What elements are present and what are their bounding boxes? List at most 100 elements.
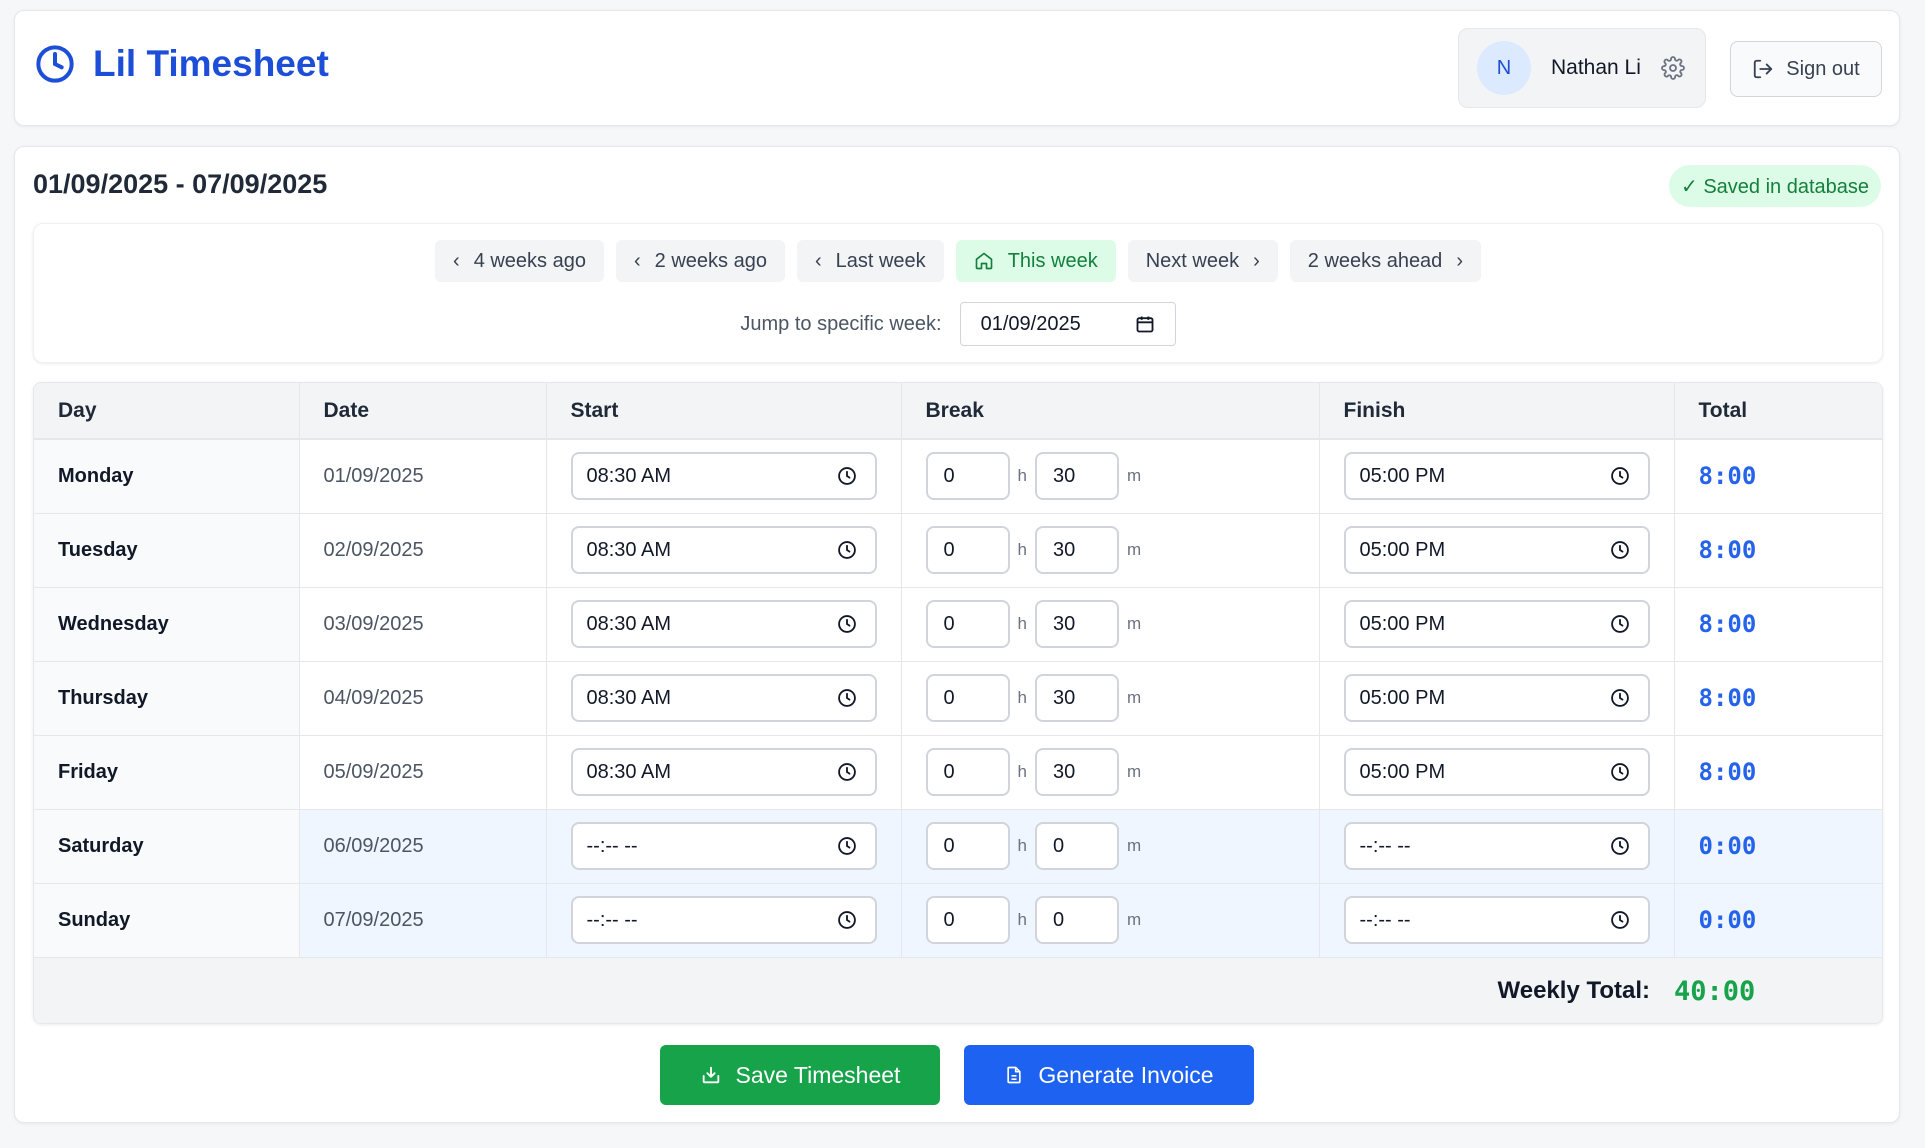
table-row: Tuesday 02/09/2025 08:30 AM 0 h 30 m 05:00 PM 8:… [34,513,1882,588]
clock-icon[interactable] [1610,466,1630,486]
clock-icon[interactable] [1610,688,1630,708]
week-btn-2-weeks-ago[interactable]: ‹ 2 weeks ago [615,240,785,282]
col-header-break: Break [901,383,1320,440]
gear-icon[interactable] [1661,56,1685,80]
day-total: 8:00 [1698,462,1757,491]
break-minutes-input[interactable]: 30 [1034,674,1119,722]
week-btn-4-weeks-ago[interactable]: ‹ 4 weeks ago [435,240,604,282]
hours-unit: h [1017,688,1027,707]
clock-icon [35,44,75,84]
col-header-start: Start [546,383,902,440]
break-hours-input[interactable]: 0 [925,526,1010,574]
start-time-input[interactable]: --:-- -- [570,896,877,944]
weekly-total-label: Weekly Total: [34,957,1674,1023]
week-btn-2-weeks-ahead[interactable]: 2 weeks ahead › [1289,240,1481,282]
day-total: 8:00 [1698,536,1757,564]
hours-unit: h [1017,466,1027,486]
start-time-input[interactable]: --:-- -- [570,822,877,870]
clock-icon[interactable] [837,540,857,560]
break-minutes-input[interactable]: 0 [1034,822,1119,870]
break-minutes-input[interactable]: 30 [1034,526,1119,574]
day-cell: Friday [34,735,300,810]
finish-time-input[interactable]: 05:00 PM [1343,526,1650,574]
week-btn-label: 4 weeks ago [473,249,586,272]
break-minutes-input[interactable]: 30 [1034,600,1119,648]
finish-time-value: 05:00 PM [1359,464,1446,487]
start-cell: 08:30 AM [546,439,902,514]
clock-icon[interactable] [837,466,857,486]
start-time-input[interactable]: 08:30 AM [570,526,877,574]
generate-invoice-button[interactable]: Generate Invoice [964,1045,1254,1105]
clock-icon[interactable] [1610,540,1630,560]
week-btn-this-week[interactable]: This week [955,240,1116,282]
date-cell: 01/09/2025 [299,439,547,514]
status-badge: ✓ Saved in database [1669,165,1881,207]
finish-time-input[interactable]: --:-- -- [1343,896,1650,944]
clock-icon[interactable] [837,762,857,782]
minutes-unit: m [1126,614,1142,633]
week-btn-label: 2 weeks ahead [1307,249,1443,272]
clock-icon[interactable] [837,910,857,930]
start-time-value: --:-- -- [586,834,638,857]
break-hours-input[interactable]: 0 [925,674,1010,722]
start-time-input[interactable]: 08:30 AM [570,674,877,722]
break-minutes-input[interactable]: 0 [1034,896,1119,944]
minutes-unit: m [1126,762,1142,781]
week-btn-last-week[interactable]: ‹ Last week [796,240,944,282]
minutes-unit: m [1126,466,1142,486]
user-menu[interactable]: N Nathan Li [1458,28,1706,108]
start-time-value: 08:30 AM [586,686,672,709]
start-time-input[interactable]: 08:30 AM [570,452,877,501]
col-header-day: Day [34,383,300,440]
start-time-input[interactable]: 08:30 AM [570,748,877,796]
day-cell: Wednesday [34,587,300,662]
chevron-left-icon: ‹ [814,249,822,272]
document-icon [1004,1064,1024,1086]
jump-week-date-input[interactable]: 01/09/2025 [959,302,1176,346]
table-header-row: Day Date Start Break Finish Total [34,383,1882,440]
timesheet-card: 01/09/2025 - 07/09/2025 ✓ Saved in datab… [14,146,1900,1123]
start-cell: 08:30 AM [546,513,902,588]
clock-icon[interactable] [1610,836,1630,856]
start-cell: 08:30 AM [546,735,902,810]
day-cell: Monday [34,439,300,514]
break-minutes-input[interactable]: 30 [1034,748,1119,796]
break-hours-input[interactable]: 0 [925,748,1010,796]
day-cell: Saturday [34,809,300,884]
sign-out-label: Sign out [1786,57,1860,80]
break-hours-input[interactable]: 0 [925,600,1010,648]
break-minutes-input[interactable]: 30 [1034,452,1119,501]
save-timesheet-button[interactable]: Save Timesheet [660,1045,940,1105]
app-header: Lil Timesheet N Nathan Li Sign out [14,10,1900,126]
clock-icon[interactable] [837,614,857,634]
sign-out-button[interactable]: Sign out [1730,41,1882,97]
break-hours-input[interactable]: 0 [925,452,1010,501]
total-cell: 8:00 [1674,661,1882,736]
clock-icon[interactable] [1610,614,1630,634]
finish-cell: 05:00 PM [1319,587,1675,662]
finish-time-input[interactable]: 05:00 PM [1343,452,1650,501]
minutes-unit: m [1126,836,1142,855]
clock-icon[interactable] [1610,762,1630,782]
minutes-unit: m [1126,688,1142,707]
app-title: Lil Timesheet [93,43,329,84]
start-time-value: 08:30 AM [586,612,672,635]
finish-cell: --:-- -- [1319,809,1675,884]
finish-time-input[interactable]: 05:00 PM [1343,674,1650,722]
calendar-icon[interactable] [1135,314,1155,334]
finish-time-input[interactable]: --:-- -- [1343,822,1650,870]
break-cell: 0 h 30 m [901,587,1320,662]
start-time-input[interactable]: 08:30 AM [570,600,877,648]
clock-icon[interactable] [1610,910,1630,930]
break-hours-input[interactable]: 0 [925,896,1010,944]
finish-time-input[interactable]: 05:00 PM [1343,748,1650,796]
clock-icon[interactable] [837,688,857,708]
week-btn-next-week[interactable]: Next week › [1127,240,1278,282]
week-navigation: ‹ 4 weeks ago ‹ 2 weeks ago ‹ Last week … [33,223,1883,363]
clock-icon[interactable] [837,836,857,856]
break-hours-input[interactable]: 0 [925,822,1010,870]
finish-time-input[interactable]: 05:00 PM [1343,600,1650,648]
table-row: Wednesday 03/09/2025 08:30 AM 0 h 30 m 05:00 PM… [34,587,1882,662]
total-cell: 0:00 [1674,883,1882,958]
finish-time-value: 05:00 PM [1359,686,1446,709]
